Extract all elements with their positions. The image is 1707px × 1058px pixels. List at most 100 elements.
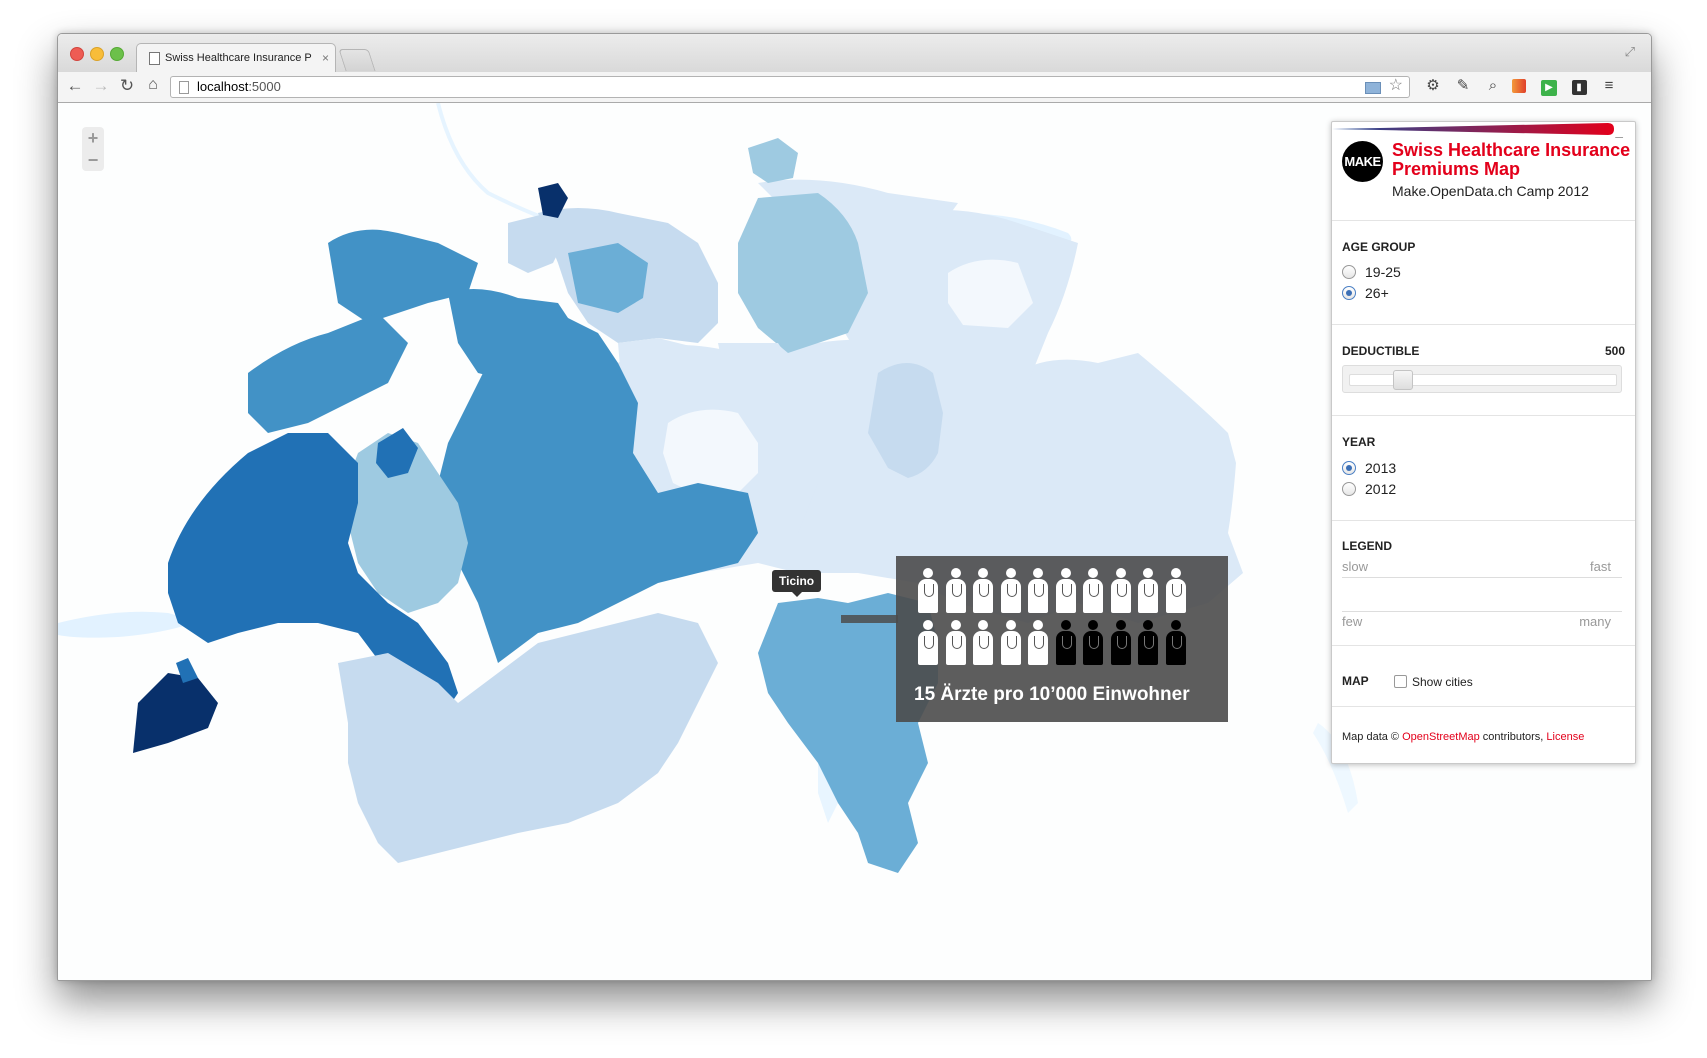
- doctor-icon: [916, 620, 940, 666]
- legend-slow-label: slow: [1342, 559, 1369, 574]
- year-option-2012[interactable]: 2012: [1342, 481, 1396, 497]
- control-panel: – MAKE Swiss Healthcare Insurance Premiu…: [1331, 121, 1636, 764]
- extension-icon[interactable]: [1510, 77, 1528, 95]
- divider: [1332, 645, 1635, 646]
- page-icon: [179, 81, 189, 94]
- fullscreen-icon[interactable]: ⤢: [1625, 44, 1635, 60]
- slider-handle[interactable]: [1393, 370, 1414, 390]
- doctor-icon: [1164, 568, 1188, 614]
- divider: [1332, 415, 1635, 416]
- canton-obwalden: [663, 409, 758, 498]
- canton-schaffhausen: [748, 138, 798, 183]
- age-option-label: 26+: [1365, 285, 1389, 301]
- age-option-26-plus[interactable]: 26+: [1342, 285, 1389, 301]
- address-bar[interactable]: localhost:5000 ☆: [170, 76, 1410, 98]
- attribution-prefix: Map data ©: [1342, 731, 1403, 743]
- doctor-icon: [1054, 568, 1078, 614]
- doctor-icon: [944, 620, 968, 666]
- canton-neuchatel: [248, 313, 408, 433]
- image-extension-icon[interactable]: [1365, 82, 1381, 94]
- magnifier-icon[interactable]: ⌕: [1484, 77, 1502, 95]
- dark-extension-icon[interactable]: ▮: [1570, 77, 1588, 95]
- license-link[interactable]: License: [1546, 731, 1584, 743]
- minimize-window-button[interactable]: [90, 47, 104, 61]
- radio-button[interactable]: [1342, 286, 1356, 300]
- make-logo: MAKE: [1342, 141, 1383, 182]
- doctor-icon: [1026, 620, 1050, 666]
- zoom-out-button[interactable]: −: [82, 149, 104, 171]
- canton-tooltip: Ticino: [772, 570, 822, 597]
- browser-tab[interactable]: Swiss Healthcare Insurance P ×: [136, 43, 336, 72]
- doctor-icon: [1026, 568, 1050, 614]
- age-option-label: 19-25: [1365, 264, 1401, 280]
- doctor-icon: [1109, 620, 1133, 666]
- bookmark-star-icon[interactable]: ☆: [1389, 76, 1403, 96]
- forward-arrow-icon[interactable]: →: [90, 76, 112, 96]
- doctor-icon: [1109, 568, 1133, 614]
- browser-toolbar: ← → ↻ ⌂ localhost:5000 ☆ ⚙ ✎ ⌕ ▶ ▮ ≡: [58, 72, 1651, 103]
- divider: [1332, 706, 1635, 707]
- radio-button[interactable]: [1342, 265, 1356, 279]
- doctors-per-population-text: 15 Ärzte pro 10’000 Einwohner: [914, 684, 1190, 705]
- radio-button[interactable]: [1342, 482, 1356, 496]
- panel-title: Swiss Healthcare Insurance Premiums Map: [1392, 140, 1631, 179]
- home-icon[interactable]: ⌂: [142, 76, 164, 94]
- doctor-icon: [944, 568, 968, 614]
- doctor-icon: [1136, 620, 1160, 666]
- legend-title: LEGEND: [1342, 539, 1393, 553]
- doctor-icon: [1081, 620, 1105, 666]
- show-cities-checkbox[interactable]: [1394, 675, 1407, 688]
- back-arrow-icon[interactable]: ←: [64, 76, 86, 96]
- doctor-icon: [1164, 620, 1188, 666]
- doctor-icon: [999, 568, 1023, 614]
- deductible-value: 500: [1604, 344, 1625, 358]
- doctor-icon: [1054, 620, 1078, 666]
- zoom-window-button[interactable]: [110, 47, 124, 61]
- attribution-middle: contributors,: [1479, 731, 1547, 743]
- year-option-label: 2013: [1365, 460, 1397, 476]
- river: [436, 103, 559, 225]
- age-group-title: AGE GROUP: [1342, 240, 1416, 254]
- browser-window: Swiss Healthcare Insurance P × ⤢ ← → ↻ ⌂…: [57, 33, 1652, 981]
- gear-icon[interactable]: ⚙: [1424, 77, 1442, 95]
- year-option-label: 2012: [1365, 481, 1397, 497]
- tab-close-icon[interactable]: ×: [322, 44, 329, 72]
- openstreetmap-link[interactable]: OpenStreetMap: [1402, 731, 1480, 743]
- page-icon: [149, 52, 160, 65]
- deductible-slider[interactable]: [1342, 365, 1622, 393]
- doctor-icon: [916, 568, 940, 614]
- show-cities-option[interactable]: Show cities: [1394, 675, 1473, 689]
- year-title: YEAR: [1342, 435, 1376, 449]
- tab-title: Swiss Healthcare Insurance P: [165, 52, 312, 64]
- age-option-19-25[interactable]: 19-25: [1342, 264, 1401, 280]
- doctor-icon: [1081, 568, 1105, 614]
- new-tab-button[interactable]: [338, 49, 376, 71]
- map-section-title: MAP: [1342, 674, 1369, 688]
- show-cities-label: Show cities: [1412, 675, 1473, 689]
- divider: [1332, 324, 1635, 325]
- divider: [1332, 220, 1635, 221]
- legend-many-label: many: [1579, 614, 1611, 629]
- slider-track[interactable]: [1349, 374, 1617, 386]
- close-window-button[interactable]: [70, 47, 84, 61]
- url-port: :5000: [248, 79, 281, 94]
- divider: [1332, 520, 1635, 521]
- doctor-icon: [971, 620, 995, 666]
- infobox-connector: [841, 615, 898, 623]
- year-option-2013[interactable]: 2013: [1342, 460, 1396, 476]
- panel-subtitle: Make.OpenData.ch Camp 2012: [1392, 183, 1589, 199]
- wrench-icon[interactable]: ✎: [1454, 77, 1472, 95]
- doctor-icon: [971, 568, 995, 614]
- map-canvas[interactable]: + − Ticino 15 Ärzte pro 10’000 Einwohner…: [58, 103, 1651, 980]
- play-extension-icon[interactable]: ▶: [1540, 77, 1558, 96]
- legend-gradient-bar: [1332, 123, 1614, 135]
- canton-geneva: [133, 673, 218, 753]
- deductible-title: DEDUCTIBLE: [1342, 344, 1420, 358]
- legend-rule: [1342, 611, 1622, 612]
- doctors-infobox: 15 Ärzte pro 10’000 Einwohner: [896, 556, 1228, 722]
- menu-icon[interactable]: ≡: [1600, 77, 1618, 95]
- doctor-icon: [1136, 568, 1160, 614]
- radio-button[interactable]: [1342, 461, 1356, 475]
- zoom-in-button[interactable]: +: [82, 127, 104, 149]
- reload-icon[interactable]: ↻: [116, 76, 138, 96]
